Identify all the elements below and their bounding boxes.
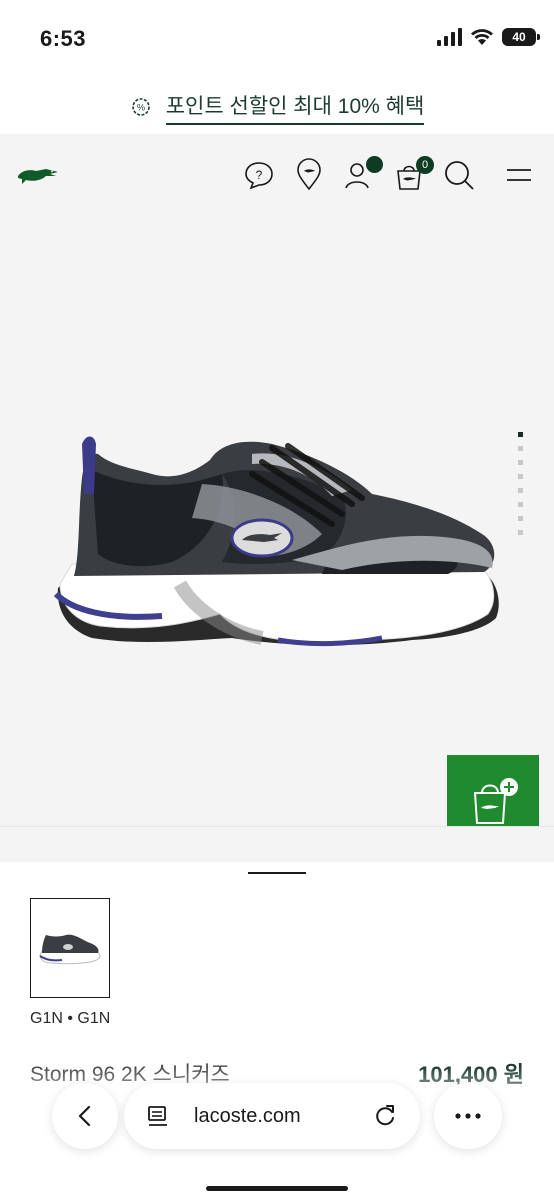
gallery-dot[interactable]: [518, 474, 523, 479]
gallery-footer: [0, 826, 554, 862]
discount-badge-icon: %: [131, 98, 150, 116]
gallery-dot[interactable]: [518, 488, 523, 493]
gallery-dot[interactable]: [518, 446, 523, 451]
account-status-dot: [366, 156, 383, 173]
gallery-dot[interactable]: [518, 516, 523, 521]
signal-icon: [437, 28, 462, 46]
menu-icon[interactable]: [504, 158, 534, 192]
reload-icon[interactable]: [372, 1103, 398, 1129]
url-text[interactable]: lacoste.com: [194, 1105, 372, 1128]
bag-count-badge: 0: [416, 156, 434, 174]
gallery-dot[interactable]: [518, 530, 523, 535]
svg-text:%: %: [137, 103, 145, 113]
store-locator-icon[interactable]: [292, 158, 326, 192]
back-icon: [78, 1105, 91, 1127]
help-icon[interactable]: ?: [242, 158, 276, 192]
color-code: G1N • G1N: [30, 1010, 111, 1027]
add-to-bag-icon: [473, 778, 518, 824]
status-time: 6:53: [40, 26, 87, 51]
back-button[interactable]: [52, 1083, 118, 1149]
svg-text:?: ?: [256, 168, 263, 182]
sheet-handle[interactable]: [248, 872, 306, 874]
battery-level: 40: [512, 30, 526, 44]
site-header: ? 0: [0, 134, 554, 220]
status-bar: 6:53 40: [0, 0, 554, 80]
promo-text[interactable]: 포인트 선할인 최대 10% 혜택: [165, 90, 425, 125]
search-icon[interactable]: [442, 158, 476, 192]
battery-icon: 40: [502, 28, 540, 46]
more-button[interactable]: [434, 1083, 502, 1149]
address-bar[interactable]: lacoste.com: [124, 1083, 420, 1149]
gallery-dot[interactable]: [518, 432, 523, 437]
gallery-dot[interactable]: [518, 502, 523, 507]
reader-icon[interactable]: [146, 1104, 170, 1128]
gallery-pagination: [518, 432, 523, 535]
product-image: [53, 436, 499, 647]
promo-banner[interactable]: % 포인트 선할인 최대 10% 혜택: [0, 80, 554, 134]
home-indicator: [206, 1186, 348, 1191]
browser-toolbar: lacoste.com: [0, 1066, 554, 1200]
status-icons: 40: [436, 28, 540, 46]
crocodile-logo[interactable]: [16, 164, 60, 186]
gallery-dot[interactable]: [518, 460, 523, 465]
color-swatch-selected[interactable]: [30, 898, 110, 998]
color-swatch-image: [39, 934, 101, 965]
product-gallery[interactable]: [0, 220, 554, 847]
more-icon: [455, 1113, 481, 1119]
wifi-icon: [471, 29, 493, 45]
